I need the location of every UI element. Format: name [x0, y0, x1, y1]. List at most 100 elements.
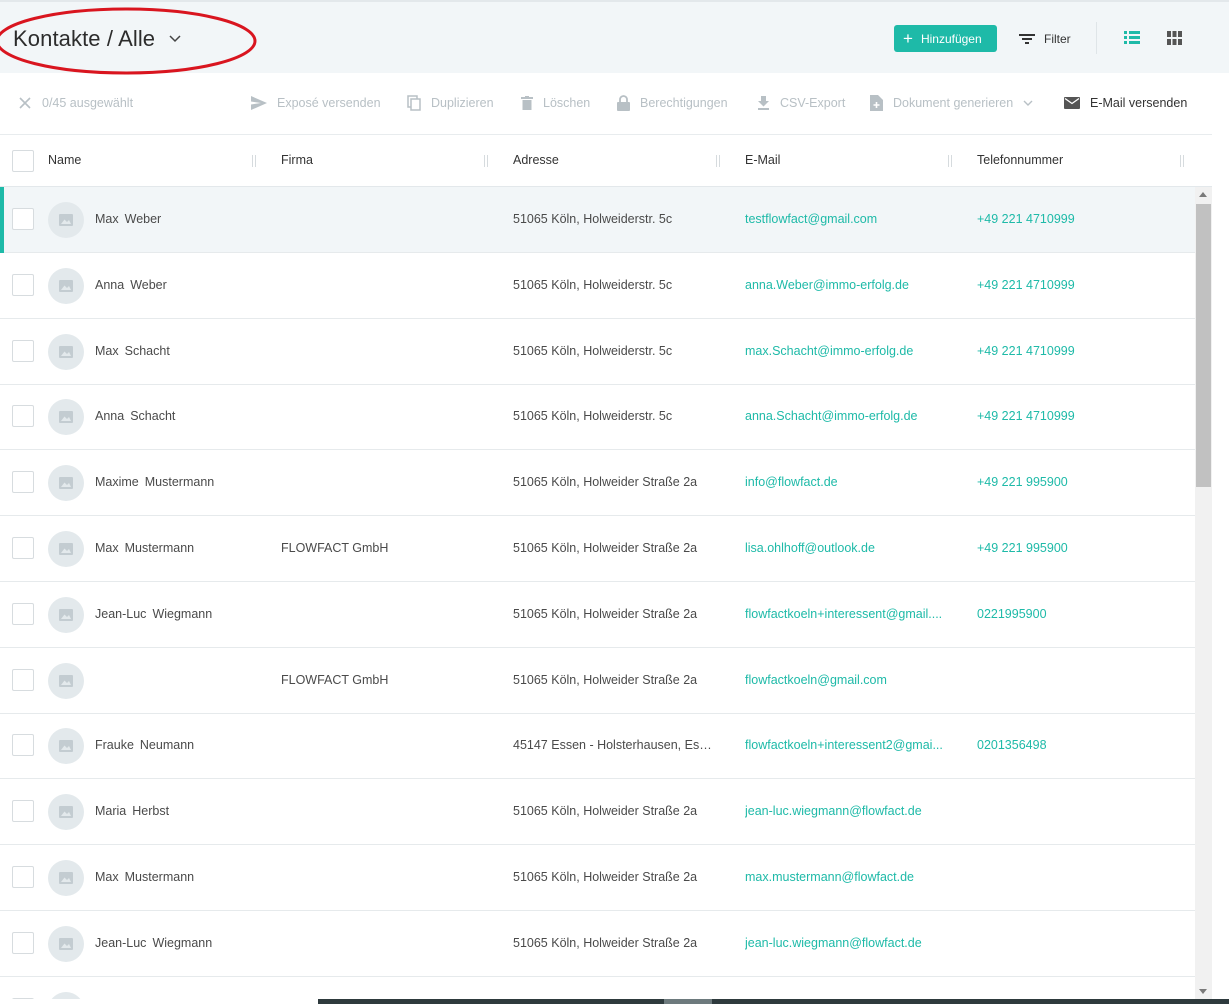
email-link[interactable]: info@flowfact.de [745, 475, 947, 489]
table-row[interactable]: Frauke Neumann 45147 Essen - Holsterhausen… [0, 713, 1195, 779]
email-link[interactable]: anna.Weber@immo-erfolg.de [745, 278, 947, 292]
column-resize-handle[interactable] [252, 155, 256, 167]
column-header-name[interactable]: Name [48, 153, 81, 167]
row-checkbox[interactable] [12, 603, 34, 625]
row-checkbox[interactable] [12, 537, 34, 559]
contact-name[interactable]: Jean-Luc Wiegmann [95, 936, 265, 950]
row-checkbox[interactable] [12, 471, 34, 493]
phone-link[interactable]: +49 221 4710999 [977, 344, 1177, 358]
column-resize-handle[interactable] [948, 155, 952, 167]
column-resize-handle[interactable] [1180, 155, 1184, 167]
send-expose-button[interactable]: Exposé versenden [251, 94, 381, 112]
add-button[interactable]: + Hinzufügen [894, 25, 997, 52]
table-row[interactable]: Maxime Mustermann 51065 Köln, Holweider St… [0, 450, 1195, 516]
column-header-adresse[interactable]: Adresse [513, 153, 559, 167]
phone-link[interactable]: +49 221 4710999 [977, 278, 1177, 292]
column-header-firma[interactable]: Firma [281, 153, 313, 167]
table-row[interactable]: Jean-Luc Wiegmann 51065 Köln, Holweider St… [0, 582, 1195, 648]
phone-link[interactable]: +49 221 995900 [977, 475, 1177, 489]
email-link[interactable]: flowfactkoeln+interessent@gmail.... [745, 607, 947, 621]
table-row[interactable]: Anna Weber 51065 Köln, Holweiderstr. 5c ann… [0, 253, 1195, 319]
scroll-down-arrow-icon[interactable] [1199, 989, 1207, 994]
send-expose-label: Exposé versenden [277, 96, 381, 110]
email-link[interactable]: max.Schacht@immo-erfolg.de [745, 344, 947, 358]
contact-name[interactable]: Max Mustermann [95, 541, 265, 555]
email-link[interactable]: testflowfact@gmail.com [745, 212, 947, 226]
email-link[interactable]: max.mustermann@flowfact.de [745, 870, 947, 884]
avatar [48, 334, 84, 370]
row-checkbox[interactable] [12, 866, 34, 888]
row-checkbox[interactable] [12, 800, 34, 822]
csv-export-button[interactable]: CSV-Export [757, 94, 845, 112]
company-cell: FLOWFACT GmbH [281, 673, 389, 687]
contact-name[interactable]: Max Schacht [95, 344, 265, 358]
table-row[interactable]: Anna Schacht 51065 Köln, Holweiderstr. 5c a… [0, 384, 1195, 450]
image-placeholder-icon [59, 872, 73, 884]
grid-view-icon[interactable] [1167, 31, 1182, 45]
table-row[interactable]: Max Mustermann 51065 Köln, Holweider Straß… [0, 845, 1195, 911]
table-row[interactable]: Maria Herbst 51065 Köln, Holweider Straße … [0, 779, 1195, 845]
row-checkbox[interactable] [12, 405, 34, 427]
scrollbar-thumb[interactable] [1196, 204, 1211, 487]
table-row[interactable]: Max Weber 51065 Köln, Holweiderstr. 5c test… [0, 187, 1195, 253]
column-header-email[interactable]: E-Mail [745, 153, 780, 167]
row-checkbox[interactable] [12, 208, 34, 230]
table-row[interactable] [0, 977, 1195, 999]
contact-name[interactable]: Maria Herbst [95, 804, 265, 818]
email-link[interactable]: flowfactkoeln@gmail.com [745, 673, 947, 687]
email-link[interactable]: anna.Schacht@immo-erfolg.de [745, 409, 947, 423]
copy-icon [407, 95, 421, 111]
contact-name[interactable]: Max Weber [95, 212, 265, 226]
last-name: Mustermann [124, 541, 195, 555]
row-checkbox[interactable] [12, 669, 34, 691]
permissions-button[interactable]: Berechtigungen [617, 94, 728, 112]
row-checkbox[interactable] [12, 932, 34, 954]
phone-link[interactable]: +49 221 4710999 [977, 212, 1177, 226]
email-link[interactable]: jean-luc.wiegmann@flowfact.de [745, 936, 947, 950]
contact-name[interactable]: Maxime Mustermann [95, 475, 265, 489]
table-row[interactable]: Jean-Luc Wiegmann 51065 Köln, Holweider St… [0, 911, 1195, 977]
phone-link[interactable]: 0221995900 [977, 607, 1177, 621]
scroll-up-arrow-icon[interactable] [1199, 192, 1207, 197]
column-header-telefon[interactable]: Telefonnummer [977, 153, 1063, 167]
filter-button[interactable]: Filter [1019, 25, 1071, 52]
contact-name[interactable] [95, 673, 265, 687]
horizontal-scrollbar-thumb[interactable] [664, 999, 712, 1004]
phone-link[interactable]: +49 221 995900 [977, 541, 1177, 555]
row-checkbox[interactable] [12, 340, 34, 362]
generate-document-button[interactable]: Dokument generieren [870, 94, 1033, 112]
contact-name[interactable]: Frauke Neumann [95, 738, 265, 752]
delete-button[interactable]: Löschen [521, 94, 590, 112]
duplicate-button[interactable]: Duplizieren [407, 94, 494, 112]
list-view-icon[interactable] [1124, 31, 1140, 45]
contact-name[interactable]: Anna Schacht [95, 409, 265, 423]
contact-name[interactable]: Jean-Luc Wiegmann [95, 607, 265, 621]
email-link[interactable]: jean-luc.wiegmann@flowfact.de [745, 804, 947, 818]
email-link[interactable]: flowfactkoeln+interessent2@gmai... [745, 738, 947, 752]
send-email-button[interactable]: E-Mail versenden [1064, 94, 1187, 112]
last-name: Weber [130, 278, 167, 292]
avatar [48, 531, 84, 567]
table-row[interactable]: Max Schacht 51065 Köln, Holweiderstr. 5c ma… [0, 319, 1195, 385]
contact-name[interactable]: Max Mustermann [95, 870, 265, 884]
horizontal-scrollbar[interactable] [318, 999, 1229, 1004]
clear-selection-button[interactable]: 0/45 ausgewählt [18, 94, 133, 112]
close-icon [19, 97, 31, 109]
last-name: Mustermann [144, 475, 215, 489]
row-checkbox[interactable] [12, 274, 34, 296]
row-checkbox[interactable] [12, 734, 34, 756]
view-selector[interactable]: Kontakte / Alle [13, 26, 181, 52]
phone-link[interactable]: 0201356498 [977, 738, 1177, 752]
row-checkbox[interactable] [12, 998, 34, 999]
table-row[interactable]: FLOWFACT GmbH 51065 Köln, Holweider Straß… [0, 648, 1195, 714]
contact-name[interactable]: Anna Weber [95, 278, 265, 292]
phone-link[interactable]: +49 221 4710999 [977, 409, 1177, 423]
image-placeholder-icon [59, 346, 73, 358]
select-all-checkbox[interactable] [12, 150, 34, 172]
column-resize-handle[interactable] [484, 155, 488, 167]
image-placeholder-icon [59, 543, 73, 555]
vertical-scrollbar[interactable] [1195, 187, 1212, 999]
table-row[interactable]: Max Mustermann FLOWFACT GmbH 51065 Köln, Ho… [0, 516, 1195, 582]
email-link[interactable]: lisa.ohlhoff@outlook.de [745, 541, 947, 555]
column-resize-handle[interactable] [716, 155, 720, 167]
